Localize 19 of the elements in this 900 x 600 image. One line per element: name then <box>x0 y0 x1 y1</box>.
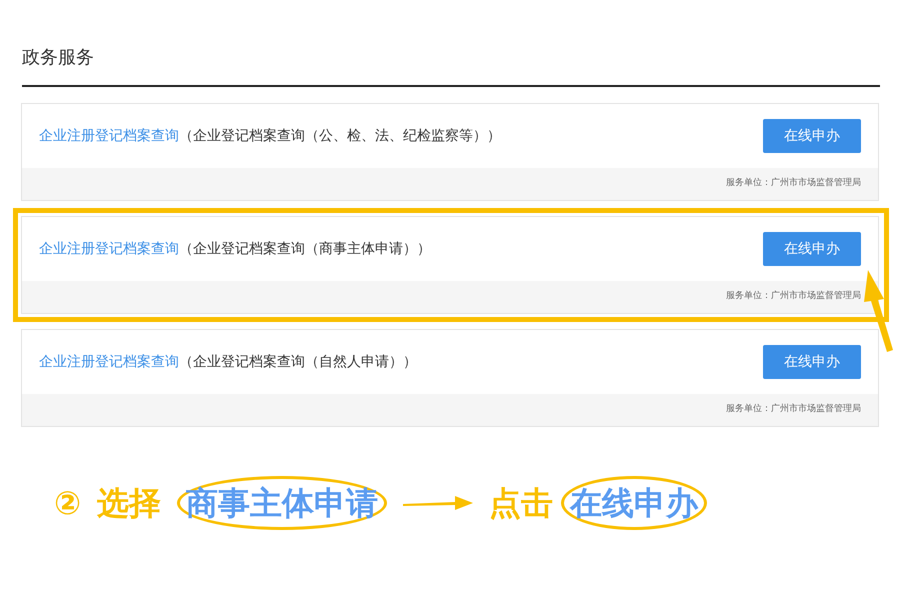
step-number: ② <box>54 483 82 524</box>
service-link[interactable]: 企业注册登记档案查询 <box>39 238 179 260</box>
service-unit: 服务单位：广州市市场监督管理局 <box>726 290 861 304</box>
section-title: 政务服务 <box>22 44 880 87</box>
apply-online-button[interactable]: 在线申办 <box>763 232 861 266</box>
circled-text: 商事主体申请 <box>177 476 388 530</box>
service-detail: （企业登记档案查询（自然人申请）） <box>179 352 417 372</box>
circled-text: 在线申办 <box>561 476 708 530</box>
instruction-text: 点击 <box>489 483 554 524</box>
apply-online-button[interactable]: 在线申办 <box>763 345 861 379</box>
service-unit: 服务单位：广州市市场监督管理局 <box>726 403 861 416</box>
right-arrow <box>403 495 474 511</box>
service-link[interactable]: 企业注册登记档案查询 <box>39 126 179 146</box>
service-link[interactable]: 企业注册登记档案查询 <box>39 352 179 372</box>
instruction-text: 选择 <box>97 483 162 524</box>
service-unit: 服务单位：广州市市场监督管理局 <box>726 177 861 190</box>
service-detail: （企业登记档案查询（公、检、法、纪检监察等）） <box>179 126 501 146</box>
service-detail: （企业登记档案查询（商事主体申请）） <box>179 240 431 258</box>
apply-online-button[interactable]: 在线申办 <box>763 119 861 153</box>
